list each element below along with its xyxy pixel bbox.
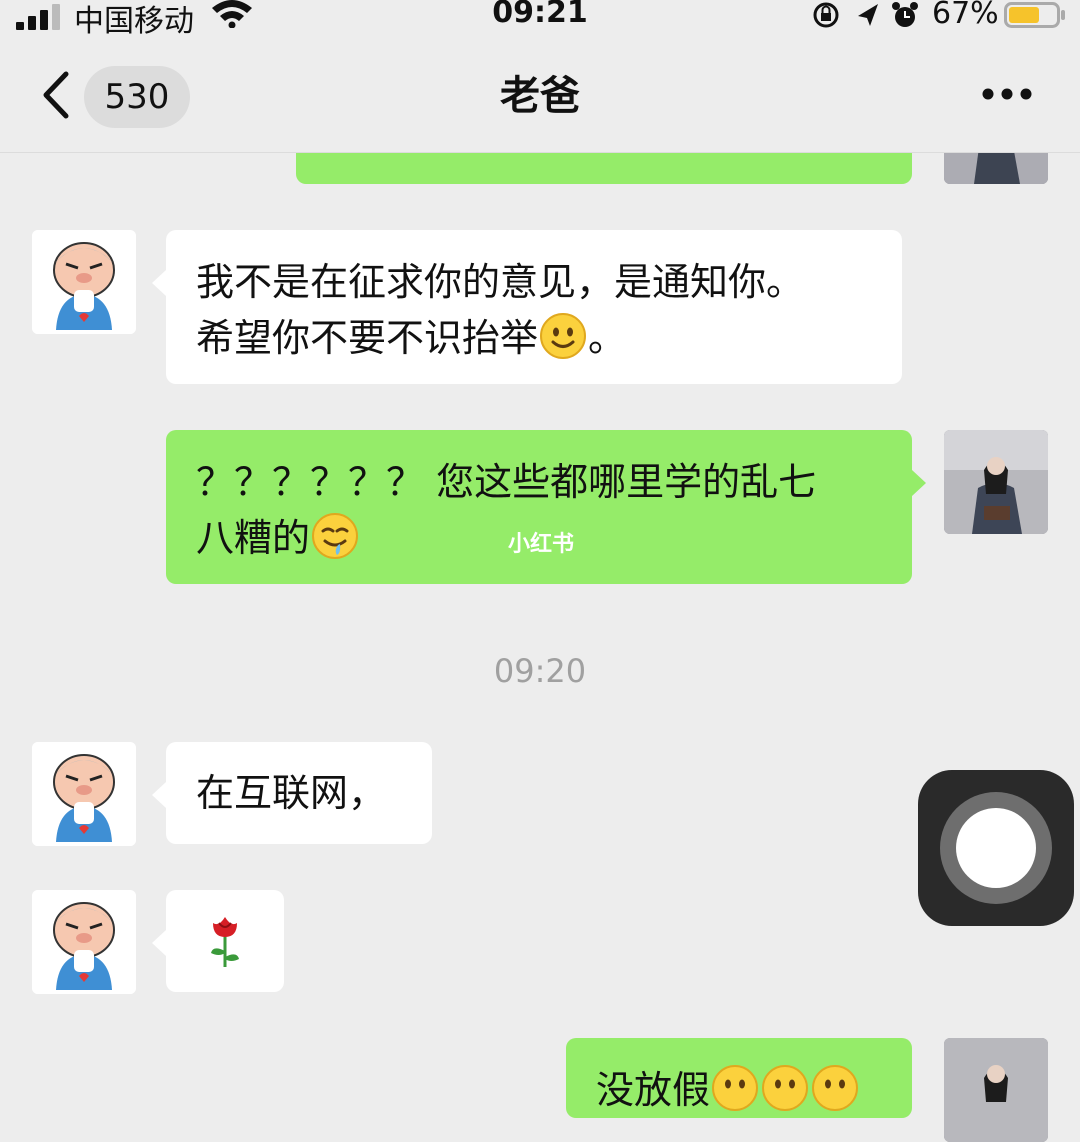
smile-emoji-icon bbox=[540, 313, 587, 359]
message-text: 我不是在征求你的意见，是通知你。 bbox=[196, 260, 805, 304]
smile-emoji-icon bbox=[812, 1065, 859, 1111]
message-bubble-dad[interactable]: 在互联网， bbox=[152, 742, 432, 844]
person-photo-icon bbox=[944, 1038, 1048, 1142]
cartoon-grandpa-avatar-icon bbox=[32, 230, 136, 334]
message-bubble-mine[interactable]: ？？？？？？ 您这些都哪里学的乱七 八糟的 bbox=[166, 430, 926, 584]
dad-avatar[interactable] bbox=[32, 742, 136, 846]
message-text: 在互联网， bbox=[196, 771, 387, 815]
message-bubble-dad[interactable]: 我不是在征求你的意见，是通知你。 希望你不要不识抬举 。 bbox=[152, 230, 902, 384]
xiaohongshu-watermark: 小红书 bbox=[508, 532, 575, 557]
drooling-emoji-icon bbox=[312, 513, 359, 559]
chat-header: 530 老爸 bbox=[0, 40, 1080, 153]
message-text-line2: 希望你不要不识抬举 。 bbox=[196, 310, 872, 366]
rose-emoji-icon bbox=[211, 917, 239, 967]
more-options-icon[interactable] bbox=[980, 86, 1034, 102]
assistive-touch-core bbox=[956, 808, 1036, 888]
cartoon-grandpa-avatar-icon bbox=[32, 742, 136, 846]
message-text-partial: 没放假 bbox=[596, 1062, 882, 1118]
my-avatar[interactable] bbox=[944, 430, 1048, 534]
chat-timestamp: 09:20 bbox=[493, 652, 587, 690]
smile-emoji-icon bbox=[712, 1065, 759, 1111]
chat-title: 老爸 bbox=[500, 73, 580, 119]
my-avatar[interactable] bbox=[944, 1038, 1048, 1142]
cartoon-grandpa-avatar-icon bbox=[32, 890, 136, 994]
dad-avatar[interactable] bbox=[32, 230, 136, 334]
message-bubble-dad[interactable] bbox=[152, 890, 284, 992]
assistive-touch-button[interactable] bbox=[918, 770, 1074, 926]
message-bubble-mine[interactable]: 没放假 bbox=[566, 1038, 912, 1118]
smile-emoji-icon bbox=[762, 1065, 809, 1111]
dad-avatar[interactable] bbox=[32, 890, 136, 994]
person-photo-icon bbox=[944, 430, 1048, 534]
message-text: ？？？？？？ 您这些都哪里学的乱七 bbox=[196, 460, 817, 504]
